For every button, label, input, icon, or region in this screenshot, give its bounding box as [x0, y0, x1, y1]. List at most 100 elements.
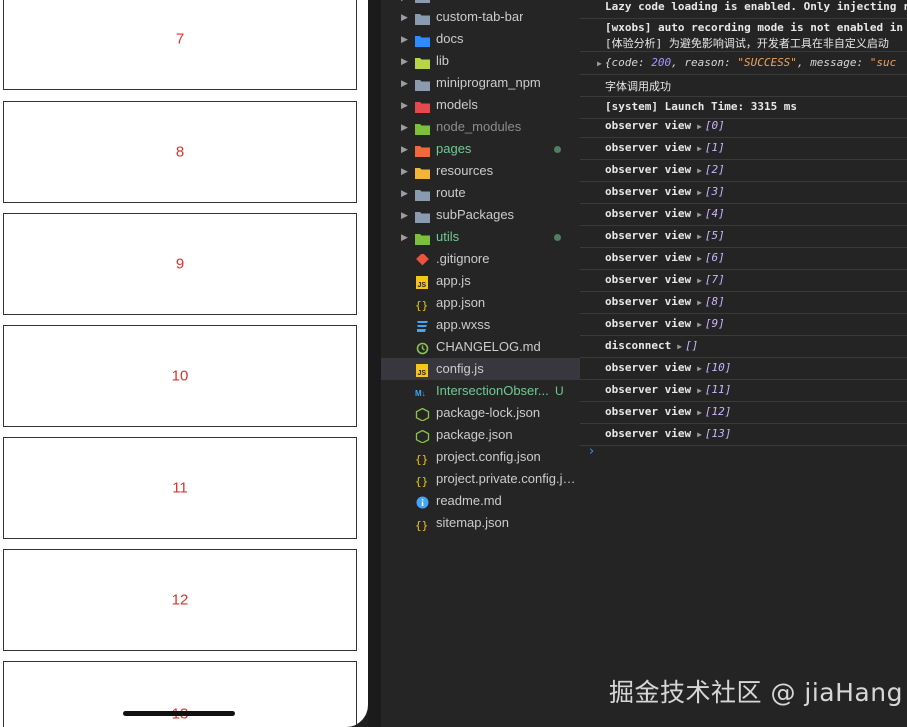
expand-triangle-icon[interactable]: ▶	[697, 210, 702, 219]
console-log: observer view ▶ [5]	[605, 229, 725, 242]
log-label: observer view	[605, 383, 692, 396]
console-prompt-icon[interactable]: ›	[589, 444, 594, 459]
list-card[interactable]: 12	[3, 549, 357, 651]
explorer-item[interactable]: app.wxss	[381, 314, 580, 336]
chevron-right-icon: ▶	[401, 144, 408, 154]
npm-package-icon	[415, 406, 430, 422]
explorer-item[interactable]: ▶ lib	[381, 50, 580, 72]
explorer-item[interactable]: ▶ pages	[381, 138, 580, 160]
expand-triangle-icon[interactable]: ▶	[697, 254, 702, 263]
card-number: 11	[172, 479, 188, 497]
log-value: [8]	[704, 295, 725, 308]
console-log-line[interactable]: observer view ▶ [5]	[580, 225, 907, 248]
console-log-line[interactable]: observer view ▶ [2]	[580, 159, 907, 182]
obj-key: reason	[684, 56, 725, 69]
console-log-line[interactable]: observer view ▶ [4]	[580, 203, 907, 226]
console-log-line[interactable]: observer view ▶ [1]	[580, 137, 907, 160]
expand-triangle-icon[interactable]: ▶	[697, 430, 702, 439]
info-icon	[415, 494, 430, 509]
explorer-item[interactable]: JS app.js	[381, 270, 580, 292]
log-label: observer view	[605, 361, 692, 374]
expand-triangle-icon[interactable]: ▶	[697, 364, 702, 373]
expand-triangle-icon[interactable]: ▶	[597, 59, 602, 68]
card-number: 10	[171, 367, 189, 385]
list-card[interactable]: 13	[3, 661, 357, 727]
explorer-item[interactable]: {} project.config.json	[381, 446, 580, 468]
explorer-item-label: package-lock.json	[436, 405, 541, 420]
explorer-item[interactable]: ▶ custom-tab-bar	[381, 6, 580, 28]
explorer-item[interactable]: ▶ docs	[381, 28, 580, 50]
chevron-right-icon: ▶	[401, 100, 408, 110]
list-card[interactable]: 8	[3, 101, 357, 203]
chevron-right-icon: ▶	[401, 166, 408, 176]
console-line-object[interactable]: ▶ {code: 200, reason: "SUCCESS", message:…	[580, 52, 907, 75]
expand-triangle-icon[interactable]: ▶	[697, 276, 702, 285]
expand-triangle-icon[interactable]: ▶	[697, 166, 702, 175]
expand-triangle-icon[interactable]: ▶	[697, 188, 702, 197]
log-value: [11]	[704, 383, 732, 396]
console-log-line[interactable]: observer view ▶ [3]	[580, 181, 907, 204]
explorer-item[interactable]: JS config.js	[381, 358, 580, 380]
explorer-item[interactable]: {} sitemap.json	[381, 512, 580, 534]
expand-triangle-icon[interactable]: ▶	[697, 298, 702, 307]
console-text: Lazy code loading is enabled. Only injec…	[605, 0, 907, 13]
expand-triangle-icon[interactable]: ▶	[697, 122, 702, 131]
explorer-item[interactable]: ▶ route	[381, 182, 580, 204]
explorer-item[interactable]: {} app.json	[381, 292, 580, 314]
console-log-line[interactable]: observer view ▶ [6]	[580, 247, 907, 270]
list-card[interactable]: 11	[3, 437, 357, 539]
explorer-item[interactable]: ▶ utils	[381, 226, 580, 248]
explorer-item[interactable]: package-lock.json	[381, 402, 580, 424]
console-log-line[interactable]: disconnect ▶[]	[580, 335, 907, 358]
log-value: [1]	[704, 141, 725, 154]
explorer-item[interactable]: package.json	[381, 424, 580, 446]
explorer-item[interactable]: .gitignore	[381, 248, 580, 270]
explorer-item[interactable]: {} project.private.config.js...	[381, 468, 580, 490]
expand-triangle-icon[interactable]: ▶	[697, 386, 702, 395]
console-log-line[interactable]: observer view ▶ [11]	[580, 379, 907, 402]
list-card[interactable]: 10	[3, 325, 357, 427]
explorer-item-label: node_modules	[436, 119, 522, 134]
console-text: 字体调用成功	[605, 80, 671, 93]
explorer-item[interactable]: readme.md	[381, 490, 580, 512]
console-log: observer view ▶ [4]	[605, 207, 725, 220]
log-value: [13]	[704, 427, 732, 440]
explorer-item[interactable]: ▶ models	[381, 94, 580, 116]
explorer-item-label: app.js	[436, 273, 471, 288]
console-log: observer view ▶ [8]	[605, 295, 725, 308]
explorer-item[interactable]: M↓ IntersectionObser... U	[381, 380, 580, 402]
console-log: observer view ▶ [0]	[605, 119, 725, 132]
explorer-item[interactable]: ▶ miniprogram_npm	[381, 72, 580, 94]
explorer-item-label: app.json	[436, 295, 486, 310]
expand-triangle-icon[interactable]: ▶	[697, 320, 702, 329]
expand-triangle-icon[interactable]: ▶	[697, 408, 702, 417]
explorer-item[interactable]: CHANGELOG.md	[381, 336, 580, 358]
console-log-line[interactable]: observer view ▶ [7]	[580, 269, 907, 292]
expand-triangle-icon[interactable]: ▶	[677, 342, 682, 351]
console-text: [system] Launch Time: 3315 ms	[605, 100, 798, 113]
explorer-item[interactable]: ▶ subPackages	[381, 204, 580, 226]
log-value: [9]	[704, 317, 725, 330]
svg-text:{}: {}	[415, 519, 428, 531]
console-log: observer view ▶ [9]	[605, 317, 725, 330]
console-log-line[interactable]: observer view ▶ [13]	[580, 423, 907, 446]
explorer-item[interactable]: ▶ resources	[381, 160, 580, 182]
folder-icon	[415, 32, 430, 47]
console-log-line[interactable]: observer view ▶ [9]	[580, 313, 907, 336]
expand-triangle-icon[interactable]: ▶	[697, 144, 702, 153]
explorer-item[interactable]: ▶ node_modules	[381, 116, 580, 138]
untracked-badge: U	[555, 384, 564, 398]
console-log-line[interactable]: observer view ▶ [12]	[580, 401, 907, 424]
folder-icon	[415, 98, 430, 113]
console-log: observer view ▶ [2]	[605, 163, 725, 176]
log-value: [7]	[704, 273, 725, 286]
console-log-line[interactable]: observer view ▶ [8]	[580, 291, 907, 314]
svg-text:JS: JS	[418, 370, 427, 377]
console-log-line[interactable]: observer view ▶ [0]	[580, 115, 907, 138]
list-card[interactable]: 9	[3, 213, 357, 315]
svg-text:{}: {}	[415, 475, 428, 487]
expand-triangle-icon[interactable]: ▶	[697, 232, 702, 241]
console-log-line[interactable]: observer view ▶ [10]	[580, 357, 907, 380]
console-line-font: 字体调用成功	[580, 74, 907, 97]
list-card[interactable]: 7	[3, 0, 357, 90]
